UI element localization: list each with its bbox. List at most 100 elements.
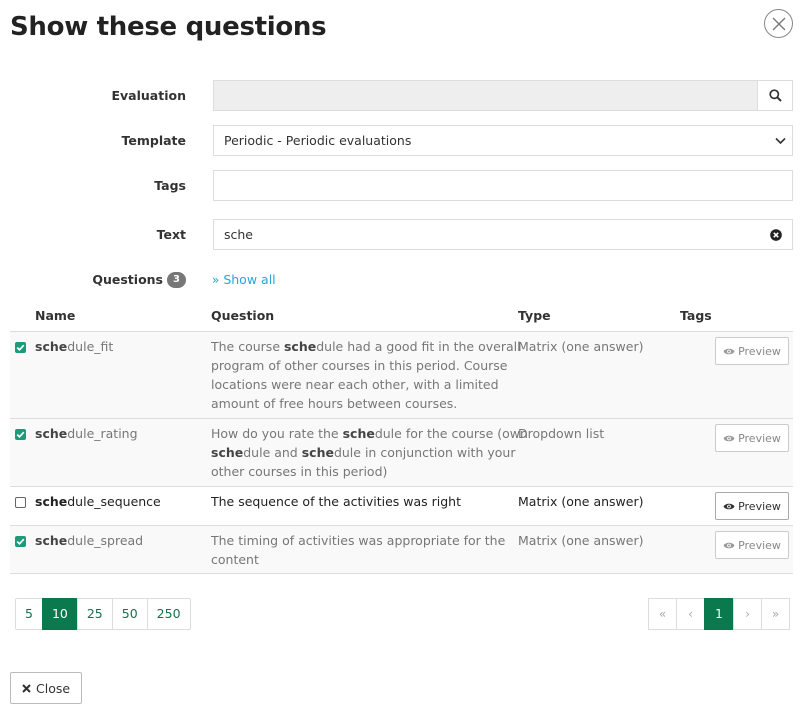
question-text: How do you rate the schedule for the cou… — [211, 424, 528, 481]
name-match-highlight: sche — [35, 339, 68, 354]
tags-input[interactable] — [213, 170, 793, 201]
question-name: schedule_spread — [35, 531, 143, 550]
page-size-option-5[interactable]: 5 — [15, 598, 43, 630]
column-header-type: Type — [518, 308, 551, 323]
text-segment: content — [211, 552, 259, 567]
check-icon — [16, 431, 25, 439]
text-segment: locations were near each other, with a l… — [211, 377, 499, 392]
question-name: schedule_sequence — [35, 492, 161, 511]
questions-row: Questions 3 » Show all — [0, 270, 805, 290]
table-row[interactable]: schedule_spread The timing of activities … — [10, 526, 793, 574]
text-match-highlight: sche — [211, 445, 244, 460]
name-rest: dule_spread — [67, 533, 144, 548]
table-row[interactable]: schedule_fit The course schedule had a go… — [10, 332, 793, 419]
checkbox-unchecked[interactable] — [15, 497, 26, 508]
question-text: The timing of activities was appropriate… — [211, 531, 506, 569]
question-text-line: The course schedule had a good fit in th… — [211, 337, 521, 356]
question-type: Dropdown list — [518, 426, 605, 441]
checkbox-checked[interactable] — [15, 342, 26, 353]
close-button-label: Close — [36, 680, 71, 696]
question-type: Matrix (one answer) — [518, 339, 644, 354]
checkbox-checked[interactable] — [15, 536, 26, 547]
text-segment: The sequence of the activities was right — [211, 494, 462, 509]
check-icon — [16, 538, 25, 546]
page-size-option-250[interactable]: 250 — [146, 598, 191, 630]
text-segment: dule and — [243, 445, 302, 460]
column-header-tags: Tags — [680, 308, 712, 323]
show-all-label: Show all — [223, 272, 276, 287]
table-row[interactable]: schedule_sequence The sequence of the act… — [10, 487, 793, 526]
chevron-down-icon — [775, 137, 786, 145]
question-text-line: The sequence of the activities was right — [211, 492, 506, 511]
question-text-line: How do you rate the schedule for the cou… — [211, 424, 528, 443]
text-segment: dule had a good fit in the overall — [316, 339, 521, 354]
text-segment: other courses in this period) — [211, 464, 388, 479]
text-match-highlight: sche — [301, 445, 334, 460]
preview-button[interactable]: Preview — [715, 337, 789, 365]
evaluation-row: Evaluation — [0, 80, 805, 111]
close-icon — [22, 683, 31, 693]
question-text-line: other courses in this period) — [211, 462, 506, 481]
template-selected-value: Periodic - Periodic evaluations — [224, 133, 412, 148]
close-button[interactable]: Close — [10, 672, 83, 704]
template-select[interactable]: Periodic - Periodic evaluations — [213, 125, 793, 156]
question-name: schedule_rating — [35, 424, 138, 443]
template-row: Template Periodic - Periodic evaluations — [0, 125, 805, 156]
column-header-name: Name — [35, 308, 76, 323]
preview-button[interactable]: Preview — [715, 424, 789, 452]
question-text-line: program of other courses in this period.… — [211, 356, 508, 375]
clear-text-icon[interactable] — [770, 229, 782, 241]
preview-label: Preview — [738, 538, 781, 552]
question-text-line: amount of free hours between courses. — [211, 394, 506, 413]
tags-label: Tags — [154, 178, 186, 193]
text-match-highlight: sche — [283, 339, 317, 354]
evaluation-field[interactable] — [213, 80, 758, 111]
text-segment: dule in conjunction with your — [333, 445, 516, 460]
name-rest: dule_rating — [67, 426, 138, 441]
page-size-selector: 5 10 25 50 250 — [15, 598, 191, 630]
double-chevron-right-icon: » — [212, 273, 220, 287]
next-page-button[interactable]: › — [733, 598, 762, 630]
page-size-option-25[interactable]: 25 — [76, 598, 113, 630]
preview-label: Preview — [738, 344, 781, 358]
show-all-link[interactable]: » Show all — [212, 270, 276, 290]
preview-button[interactable]: Preview — [715, 492, 789, 520]
preview-label: Preview — [738, 499, 781, 513]
text-segment: The course — [211, 339, 284, 354]
question-type: Matrix (one answer) — [518, 533, 644, 548]
tags-row: Tags — [0, 170, 805, 201]
checkbox-checked[interactable] — [15, 429, 26, 440]
page-size-option-10[interactable]: 10 — [41, 598, 78, 630]
close-icon — [772, 17, 785, 30]
preview-button[interactable]: Preview — [715, 531, 789, 559]
table-row[interactable]: schedule_rating How do you rate the sched… — [10, 419, 793, 487]
previous-page-button[interactable]: ‹ — [676, 598, 705, 630]
evaluation-search-button[interactable] — [757, 80, 793, 111]
check-icon — [16, 344, 25, 352]
last-page-button[interactable]: » — [761, 598, 790, 630]
questions-count-badge: 3 — [167, 272, 186, 288]
search-icon — [768, 89, 782, 102]
dialog-title: Show these questions — [10, 12, 327, 42]
questions-label: Questions — [92, 272, 163, 287]
eye-icon — [723, 348, 735, 354]
question-name: schedule_fit — [35, 337, 113, 356]
question-text-line: locations were near each other, with a l… — [211, 375, 506, 394]
question-text: The sequence of the activities was right — [211, 492, 506, 511]
question-text: The course schedule had a good fit in th… — [211, 337, 521, 413]
name-match-highlight: sche — [35, 494, 68, 509]
text-input[interactable]: sche — [213, 219, 793, 250]
eye-icon — [723, 542, 735, 548]
eye-icon — [723, 503, 735, 509]
template-label: Template — [121, 133, 187, 148]
column-header-question: Question — [211, 308, 275, 323]
page-size-option-50[interactable]: 50 — [111, 598, 148, 630]
first-page-button[interactable]: « — [648, 598, 677, 630]
close-dialog-button[interactable] — [764, 9, 793, 38]
question-text-line: The timing of activities was appropriate… — [211, 531, 506, 550]
text-segment: program of other courses in this period.… — [211, 358, 508, 373]
current-page-button[interactable]: 1 — [704, 598, 734, 630]
name-rest: dule_sequence — [67, 494, 161, 509]
question-text-line: schedule and schedule in conjunction wit… — [211, 443, 515, 462]
text-segment: amount of free hours between courses. — [211, 396, 458, 411]
